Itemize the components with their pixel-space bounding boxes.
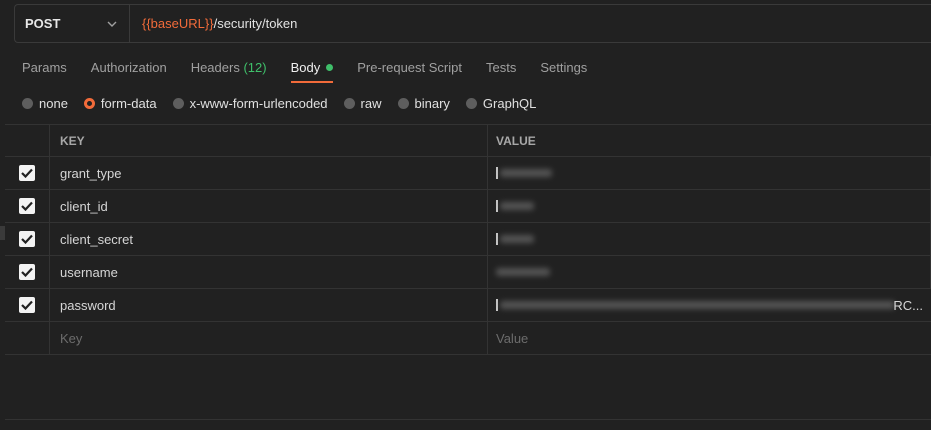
radio-button[interactable] [343, 98, 355, 109]
row-checkbox[interactable] [19, 198, 35, 214]
chevron-down-icon [107, 21, 117, 27]
table-header: KEY VALUE [5, 124, 931, 157]
tab-label: Pre-request Script [357, 60, 462, 75]
tab-tests[interactable]: Tests [486, 60, 516, 84]
url-path: /security/token [213, 16, 298, 31]
url-variable: {{baseURL}} [142, 16, 214, 31]
radio-button[interactable] [172, 98, 184, 109]
value-cell[interactable] [488, 157, 931, 189]
tab-label: Headers [190, 60, 240, 75]
redacted-value [500, 169, 552, 177]
radio-button[interactable] [22, 98, 33, 109]
panel-edge [0, 226, 5, 240]
key-cell[interactable]: username [50, 256, 488, 288]
tab-label: Body [290, 60, 321, 75]
text-cursor [496, 299, 498, 311]
body-type-label: binary [414, 96, 450, 111]
row-checkbox[interactable] [19, 231, 35, 247]
radio-button-selected[interactable] [83, 98, 95, 109]
value-cell[interactable]: RC... [488, 289, 931, 321]
redacted-value [500, 235, 534, 243]
value-column-header: VALUE [496, 133, 536, 148]
header-checkbox-cell [5, 125, 50, 156]
key-cell[interactable]: grant_type [50, 157, 488, 189]
table-row: client_secret [5, 223, 931, 256]
row-checkbox[interactable] [19, 165, 35, 181]
redacted-value [500, 301, 895, 309]
body-type-graphql[interactable]: GraphQL [465, 96, 537, 111]
body-type-label: GraphQL [482, 96, 537, 111]
divider [5, 419, 931, 420]
method-label: POST [25, 16, 61, 31]
table-row: password RC... [5, 289, 931, 322]
tab-label: Params [22, 60, 67, 75]
key-cell[interactable]: client_secret [50, 223, 488, 255]
tab-settings[interactable]: Settings [540, 60, 587, 84]
value-cell[interactable] [488, 256, 931, 288]
key-cell[interactable]: password [50, 289, 488, 321]
body-type-raw[interactable]: raw [343, 96, 382, 111]
body-type-label: form-data [100, 96, 157, 111]
table-row: grant_type [5, 157, 931, 190]
request-tabs: Params Authorization Headers (12) Body P… [22, 60, 611, 84]
row-checkbox[interactable] [19, 264, 35, 280]
table-row-new: Key Value [5, 322, 931, 355]
tab-headers[interactable]: Headers (12) [191, 60, 267, 84]
radio-button[interactable] [465, 98, 477, 109]
value-placeholder[interactable]: Value [488, 322, 931, 354]
value-cell[interactable] [488, 223, 931, 255]
text-cursor [496, 167, 498, 179]
key-cell[interactable]: client_id [50, 190, 488, 222]
body-type-label: x-www-form-urlencoded [189, 96, 328, 111]
method-select[interactable]: POST [15, 5, 130, 42]
value-cell[interactable] [488, 190, 931, 222]
text-cursor [496, 200, 498, 212]
redacted-value [500, 202, 534, 210]
table-row: client_id [5, 190, 931, 223]
truncated-value: RC... [893, 297, 923, 313]
text-cursor [496, 233, 498, 245]
body-modified-dot [326, 64, 334, 71]
key-placeholder[interactable]: Key [50, 322, 488, 354]
key-column-header: KEY [50, 125, 488, 156]
redacted-value [496, 268, 550, 276]
body-type-form-data[interactable]: form-data [83, 96, 157, 111]
body-type-urlencoded[interactable]: x-www-form-urlencoded [172, 96, 328, 111]
headers-count: (12) [243, 60, 267, 75]
request-bar: POST {{baseURL}}/security/token [14, 4, 931, 43]
radio-button[interactable] [397, 98, 409, 109]
tab-authorization[interactable]: Authorization [91, 60, 167, 84]
tab-body[interactable]: Body [290, 60, 334, 84]
tab-label: Settings [540, 60, 588, 75]
body-type-options: none form-data x-www-form-urlencoded raw… [22, 96, 552, 111]
body-type-label: none [39, 96, 68, 111]
row-checkbox[interactable] [19, 297, 35, 313]
tab-pre-request-script[interactable]: Pre-request Script [357, 60, 462, 84]
tab-label: Tests [485, 60, 517, 75]
url-input[interactable]: {{baseURL}}/security/token [130, 16, 297, 31]
tab-label: Authorization [90, 60, 167, 75]
tab-params[interactable]: Params [22, 60, 67, 84]
body-type-label: raw [360, 96, 382, 111]
empty-checkbox-cell [5, 322, 50, 354]
body-type-none[interactable]: none [22, 96, 68, 111]
form-data-table: KEY VALUE grant_type client_id client_se… [5, 124, 931, 355]
body-type-binary[interactable]: binary [397, 96, 450, 111]
table-row: username [5, 256, 931, 289]
